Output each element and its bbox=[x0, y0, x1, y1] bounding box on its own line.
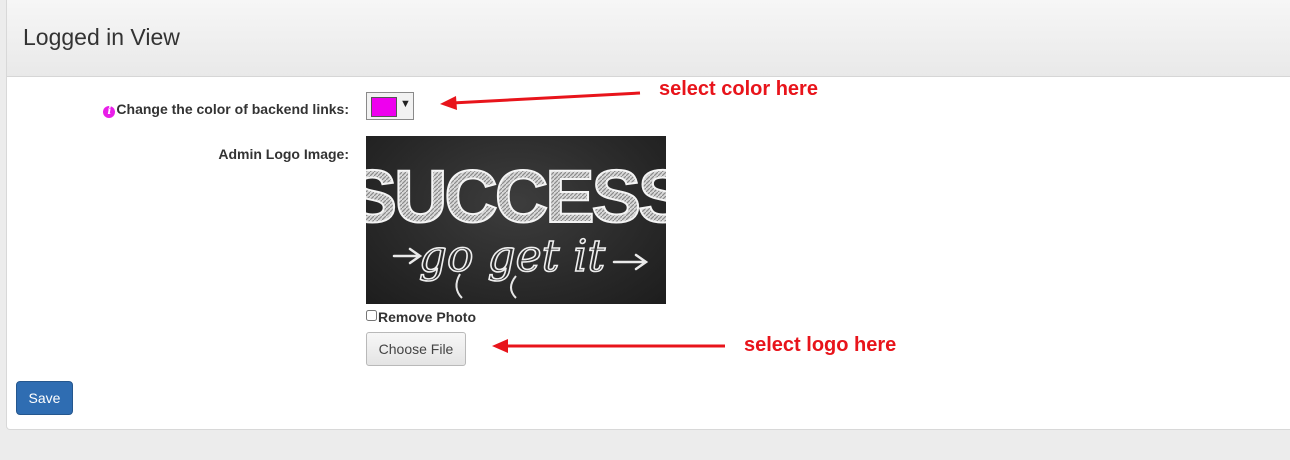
panel-title: Logged in View bbox=[23, 24, 180, 50]
link-color-picker[interactable]: ▼ bbox=[366, 92, 414, 120]
remove-photo-row: Remove Photo bbox=[366, 309, 476, 325]
caret-down-icon: ▼ bbox=[400, 98, 411, 110]
logo-subtext: go get it bbox=[419, 231, 606, 282]
choose-file-button[interactable]: Choose File bbox=[366, 332, 466, 366]
info-icon: i bbox=[103, 106, 116, 118]
save-button[interactable]: Save bbox=[16, 381, 73, 415]
color-field-label-text: Change the color of backend links: bbox=[116, 101, 349, 117]
remove-photo-checkbox[interactable] bbox=[366, 310, 377, 321]
panel-header: Logged in View bbox=[7, 0, 1290, 77]
logo-chalkboard-art: SUCCESS go get it bbox=[366, 154, 666, 299]
annotation-select-color: select color here bbox=[659, 78, 818, 100]
annotation-select-logo: select logo here bbox=[744, 334, 897, 356]
color-swatch bbox=[371, 97, 397, 117]
color-field-label: i Change the color of backend links: bbox=[103, 101, 349, 118]
remove-photo-label: Remove Photo bbox=[378, 309, 477, 325]
logo-field-label: Admin Logo Image: bbox=[218, 146, 349, 162]
admin-logo-image: SUCCESS go get it bbox=[366, 136, 666, 304]
logo-headline: SUCCESS bbox=[366, 155, 666, 238]
